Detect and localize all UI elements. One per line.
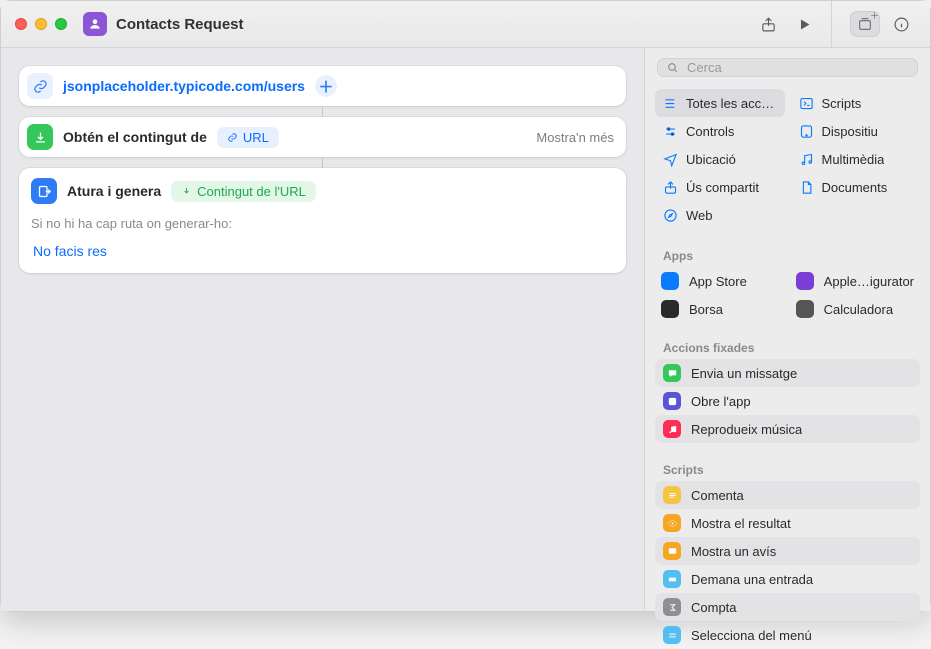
category-documents[interactable]: Documents xyxy=(791,173,921,201)
action-url[interactable]: jsonplaceholder.typicode.com/users ＋ xyxy=(19,66,626,106)
action-title: Obtén el contingut de xyxy=(63,129,207,145)
flow-connector xyxy=(322,157,323,168)
app-icon xyxy=(661,272,679,290)
category-totes-les-acci-[interactable]: Totes les acci… xyxy=(655,89,785,117)
apps-list: App StoreApple…iguratorBorsaCalculadora xyxy=(645,267,930,323)
flow-connector xyxy=(322,106,323,117)
info-button[interactable] xyxy=(886,11,916,37)
do-nothing-option[interactable]: No facis res xyxy=(31,239,614,263)
exit-icon xyxy=(31,178,57,204)
url-value[interactable]: jsonplaceholder.typicode.com/users xyxy=(63,78,305,94)
action-selecciona-del-men-[interactable]: Selecciona del menú xyxy=(655,621,920,649)
titlebar: Contacts Request ＋ xyxy=(1,1,930,48)
no-destination-label: Si no hi ha cap ruta on generar-ho: xyxy=(31,216,614,231)
action-envia-un-missatge[interactable]: Envia un missatge xyxy=(655,359,920,387)
action-obre-l-app[interactable]: Obre l'app xyxy=(655,387,920,415)
search-input[interactable] xyxy=(685,59,909,76)
category-grid: Totes les acci…ScriptsControlsDispositiu… xyxy=(645,87,930,235)
app-icon xyxy=(796,300,814,318)
library-toggle-button[interactable]: ＋ xyxy=(850,11,880,37)
scripts-list: ComentaMostra el resultatMostra un avísD… xyxy=(645,481,930,649)
search-field[interactable] xyxy=(657,58,918,77)
actions-sidebar: Totes les acci…ScriptsControlsDispositiu… xyxy=(645,48,930,611)
category-scripts[interactable]: Scripts xyxy=(791,89,921,117)
action-icon xyxy=(663,392,681,410)
run-button[interactable] xyxy=(789,11,819,37)
close-window-button[interactable] xyxy=(15,18,27,30)
minimize-window-button[interactable] xyxy=(35,18,47,30)
link-icon xyxy=(27,73,53,99)
category--s-compartit[interactable]: Ús compartit xyxy=(655,173,785,201)
action-icon xyxy=(663,570,681,588)
app-icon xyxy=(661,300,679,318)
action-mostra-un-av-s[interactable]: Mostra un avís xyxy=(655,537,920,565)
category-controls[interactable]: Controls xyxy=(655,117,785,145)
download-icon xyxy=(27,124,53,150)
action-stop-output[interactable]: Atura i genera Contingut de l'URL Si no … xyxy=(19,168,626,273)
url-token[interactable]: URL xyxy=(217,127,279,148)
category-web[interactable]: Web xyxy=(655,201,785,229)
action-icon xyxy=(663,420,681,438)
search-icon xyxy=(666,61,679,74)
action-comenta[interactable]: Comenta xyxy=(655,481,920,509)
share-button[interactable] xyxy=(753,11,783,37)
action-icon xyxy=(663,542,681,560)
app-borsa[interactable]: Borsa xyxy=(655,295,784,323)
section-scripts-title: Scripts xyxy=(645,453,930,481)
zoom-window-button[interactable] xyxy=(55,18,67,30)
action-icon xyxy=(663,626,681,644)
action-mostra-el-resultat[interactable]: Mostra el resultat xyxy=(655,509,920,537)
download-icon xyxy=(181,186,192,197)
workflow-canvas[interactable]: jsonplaceholder.typicode.com/users ＋ Obt… xyxy=(1,48,645,611)
action-demana-una-entrada[interactable]: Demana una entrada xyxy=(655,565,920,593)
action-icon xyxy=(663,486,681,504)
link-icon xyxy=(227,132,238,143)
show-more-button[interactable]: Mostra'n més xyxy=(536,130,614,145)
app-icon xyxy=(796,272,814,290)
action-reprodueix-m-sica[interactable]: Reprodueix música xyxy=(655,415,920,443)
app-apple-igurator[interactable]: Apple…igurator xyxy=(790,267,920,295)
section-pinned-title: Accions fixades xyxy=(645,331,930,359)
action-get-contents[interactable]: Obtén el contingut de URL Mostra'n més xyxy=(19,117,626,157)
action-icon xyxy=(663,514,681,532)
pinned-list: Envia un missatgeObre l'appReprodueix mú… xyxy=(645,359,930,443)
action-icon xyxy=(663,598,681,616)
shortcut-icon xyxy=(83,12,107,36)
category-multim-dia[interactable]: Multimèdia xyxy=(791,145,921,173)
action-compta[interactable]: Compta xyxy=(655,593,920,621)
action-title: Atura i genera xyxy=(67,183,161,199)
action-icon xyxy=(663,364,681,382)
window-title: Contacts Request xyxy=(116,16,244,33)
window-controls xyxy=(15,18,67,30)
section-apps-title: Apps xyxy=(645,239,930,267)
category-dispositiu[interactable]: Dispositiu xyxy=(791,117,921,145)
app-calculadora[interactable]: Calculadora xyxy=(790,295,920,323)
contents-token[interactable]: Contingut de l'URL xyxy=(171,181,316,202)
app-app-store[interactable]: App Store xyxy=(655,267,784,295)
category-ubicaci-[interactable]: Ubicació xyxy=(655,145,785,173)
add-url-button[interactable]: ＋ xyxy=(315,75,337,97)
